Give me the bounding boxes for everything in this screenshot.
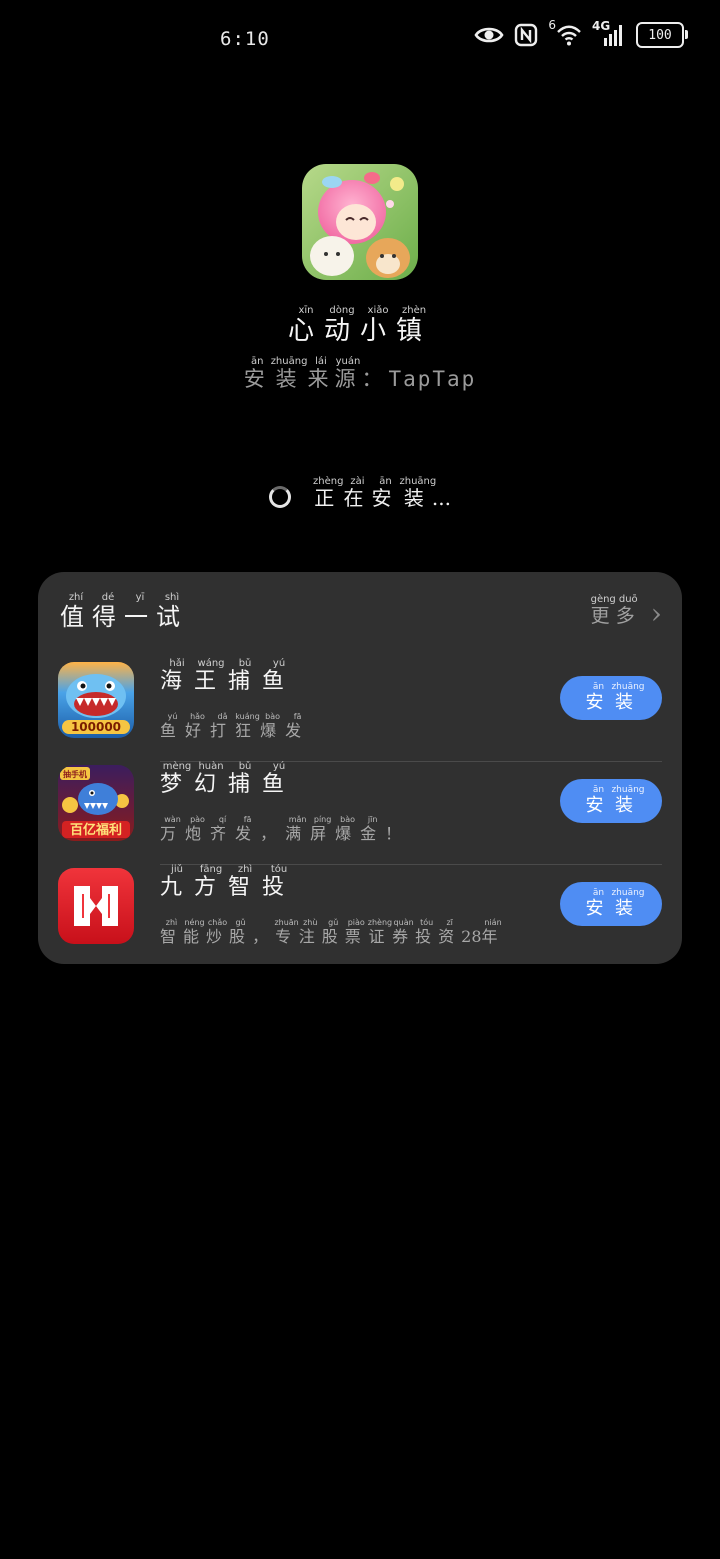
install-button[interactable]: 安ān 装zhuāng: [560, 779, 662, 823]
install-status-text: 正zhèng在zài安ān装zhuāng...: [313, 476, 451, 510]
app-description: 鱼yú好hǎo打dǎ狂kuáng爆bào发fā: [160, 712, 311, 740]
status-icons: 6 4G 100: [474, 18, 688, 48]
app-name-char: 镇zhèn: [396, 305, 433, 346]
chevron-right-icon: ›: [650, 597, 662, 630]
more-button[interactable]: 更gèng多duō ›: [591, 594, 662, 628]
dream-icon-badge: 抽手机: [63, 769, 87, 779]
cellular-signal-icon: 4G: [592, 19, 626, 47]
app-name: 心xīn动dòng小xiǎo镇zhèn: [0, 305, 720, 347]
signal-badge: 6: [548, 18, 556, 32]
install-button[interactable]: 安ān 装zhuāng: [560, 676, 662, 720]
install-source: 安ān装zhuāng来lái源yuán：TapTap: [243, 356, 477, 391]
dream-icon-label: 百亿福利: [70, 822, 122, 838]
install-status: 正zhèng在zài安ān装zhuāng...: [0, 476, 720, 511]
recommend-title: 值zhí得dé一yī试shì: [60, 592, 188, 631]
app-name-char: 动dòng: [323, 305, 360, 346]
source-value: TapTap: [388, 367, 477, 391]
app-description: 智zhì能néng炒chǎo股gǔ，专zhuān注zhù股gǔ票piào证zhè…: [160, 918, 505, 946]
app-name: 九jiǔ方fāng智zhì投tóu: [160, 864, 297, 900]
battery-level: 100: [648, 27, 672, 43]
app-name-char: 心xīn: [287, 305, 324, 346]
app-name-char: 小xiǎo: [360, 305, 397, 346]
list-item[interactable]: 九jiǔ方fāng智zhì投tóu 智zhì能néng炒chǎo股gǔ，专zhu…: [58, 864, 662, 968]
app-icon: [302, 164, 418, 280]
status-time: 6:10: [220, 28, 270, 50]
app-name: 梦mèng幻huàn捕bǔ鱼yú: [160, 761, 297, 797]
recommend-card: 值zhí得dé一yī试shì 更gèng多duō › 100000 海hǎi王w…: [38, 572, 682, 964]
dream-fishing-game-icon: 抽手机 百亿福利: [58, 765, 134, 841]
more-label: 更gèng多duō: [590, 594, 641, 627]
app-description: 万wàn炮pào齐qí发fā，满mǎn屏píng爆bào金jīn！: [160, 815, 411, 843]
nfc-icon: [515, 23, 538, 47]
install-button[interactable]: 安ān 装zhuāng: [560, 882, 662, 926]
eye-icon: [474, 27, 504, 43]
shark-fishing-game-icon: 100000: [58, 662, 134, 738]
wifi-icon: [557, 25, 581, 46]
source-separator: ：: [361, 367, 389, 391]
list-item[interactable]: 抽手机 百亿福利 梦mèng幻huàn捕bǔ鱼yú 万wàn炮pào齐qí发fā…: [58, 761, 662, 865]
loading-spinner-icon: [269, 486, 292, 508]
list-item[interactable]: 100000 海hǎi王wáng捕bǔ鱼yú 鱼yú好hǎo打dǎ狂kuáng爆…: [58, 658, 662, 762]
app-name: 海hǎi王wáng捕bǔ鱼yú: [160, 658, 297, 694]
battery-icon: 100: [636, 22, 688, 48]
shark-icon-label: 100000: [71, 720, 121, 734]
jiufang-finance-icon: [58, 868, 134, 944]
status-bar: 6:10 6 4G 100: [0, 0, 720, 80]
